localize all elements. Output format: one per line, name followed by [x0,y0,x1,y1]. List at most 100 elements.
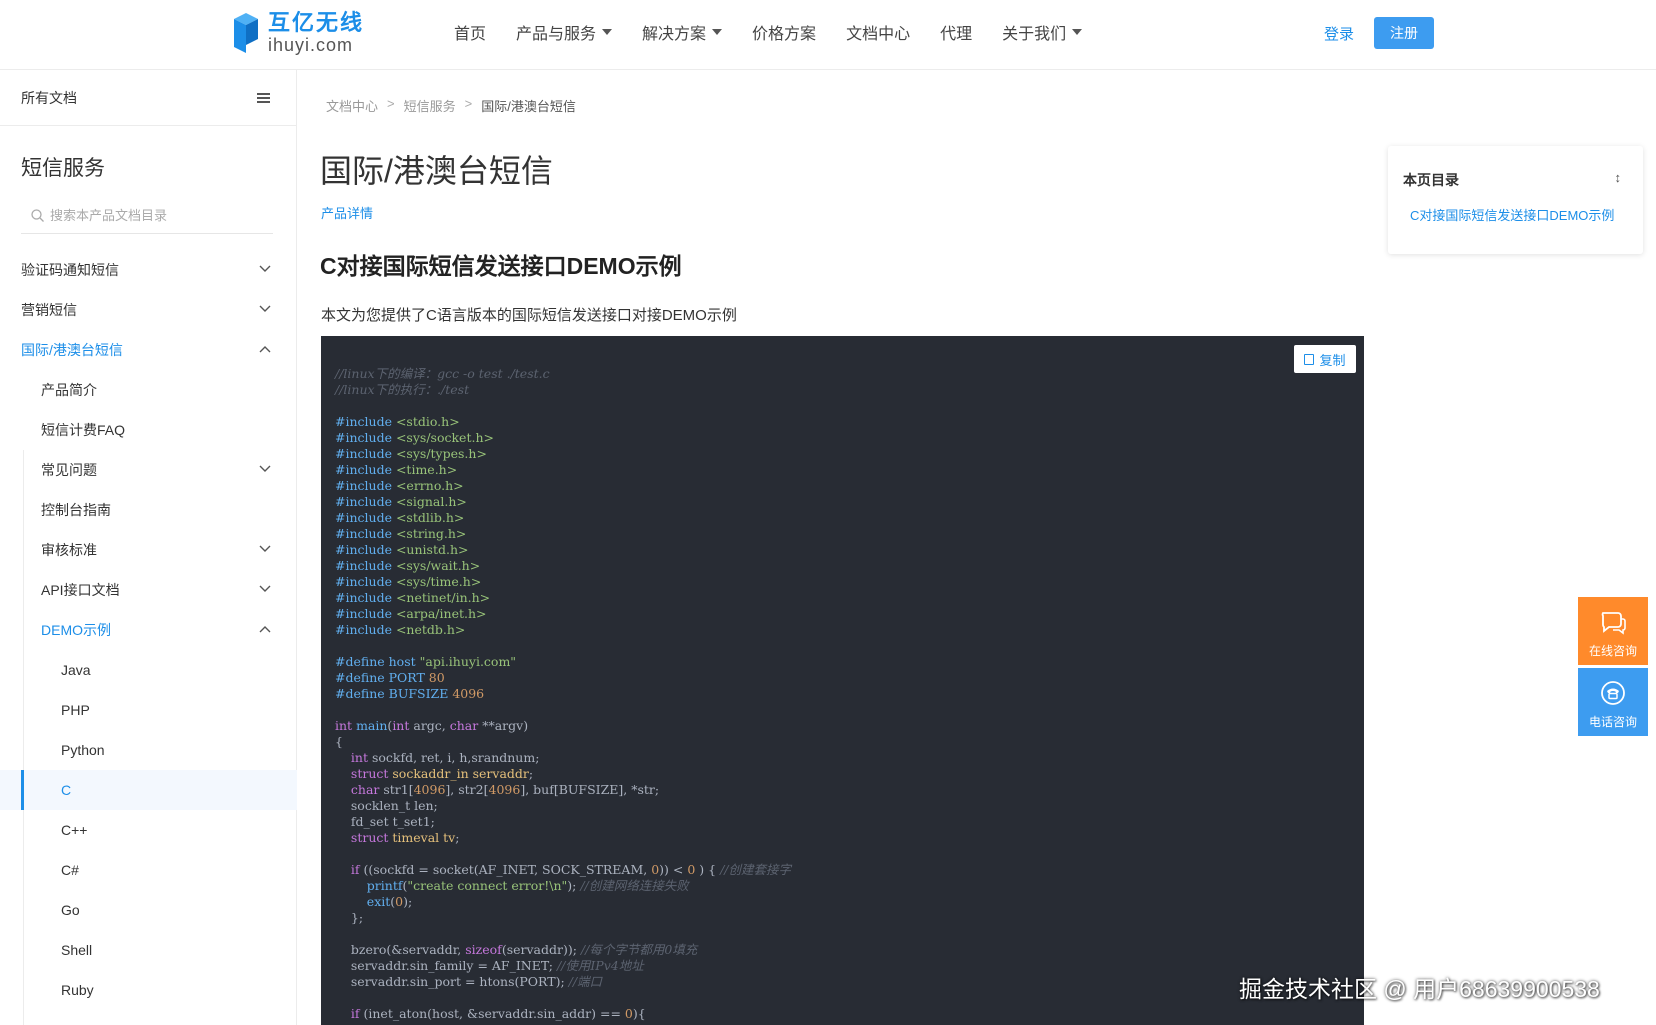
sidebar-item[interactable]: 控制台指南 [0,490,297,530]
copy-button[interactable]: 复制 [1294,345,1356,373]
code-token: <stdio.h> [395,414,460,429]
toc-link[interactable]: C对接国际短信发送接口DEMO示例 [1410,205,1626,224]
code-token: //linux下的执行：./test [335,382,470,397]
product-detail-link[interactable]: 产品详情 [321,203,373,222]
code-token: socklen_t len; [335,798,438,813]
code-token: <sys/wait.h> [395,558,481,573]
sidebar-item[interactable]: Python [0,730,297,770]
code-token: ); [567,878,581,893]
chevron-down-icon[interactable] [259,545,271,555]
breadcrumb-item[interactable]: 短信服务 [404,96,456,115]
sidebar-item-label: 验证码通知短信 [21,262,119,278]
code-token: #include [335,510,396,525]
sidebar-item-label: 国际/港澳台短信 [21,342,123,358]
code-token: int [350,750,368,765]
breadcrumb-item[interactable]: 文档中心 [326,96,378,115]
code-token: #include [335,478,396,493]
toc-title: 本页目录 [1403,172,1459,188]
chevron-down-icon[interactable] [259,265,271,275]
chevron-down-icon[interactable] [259,585,271,595]
sidebar-item[interactable]: 营销短信 [0,290,297,330]
search-icon [31,209,44,222]
breadcrumb: 文档中心 > 短信服务 > 国际/港澳台短信 [326,96,576,115]
phone-consult-button[interactable]: 电话咨询 [1578,668,1648,736]
register-button[interactable]: 注册 [1374,17,1434,49]
sidebar-item[interactable]: 审核标准 [0,530,297,570]
telephone-icon [1601,681,1625,705]
sidebar-item[interactable]: PHP [0,690,297,730]
code-token: char [350,782,380,797]
code-token: argc, [409,718,450,733]
sidebar-item[interactable]: 短信计费FAQ [0,410,297,450]
code-token: **argv) [478,718,529,733]
chevron-down-icon[interactable] [259,305,271,315]
sidebar-item-label: 营销短信 [21,302,77,318]
chevron-down-icon[interactable] [259,465,271,475]
online-consult-button[interactable]: 在线咨询 [1578,597,1648,665]
code-token: 0 [624,1006,633,1021]
code-token: <time.h> [395,462,458,477]
code-token: )) < [659,862,688,877]
code-token: int [392,718,410,733]
sidebar-item[interactable]: Java [0,650,297,690]
nav-item-1[interactable]: 产品与服务 [516,20,613,44]
site-logo[interactable]: 互亿无线 ihuyi.com [232,10,364,56]
logo-cube-icon [232,11,260,55]
caret-down-icon [602,29,613,35]
code-token: //linux下的编译：gcc -o test ./test.c [335,366,550,381]
logo-chinese-text: 互亿无线 [268,10,365,35]
all-docs-bar[interactable]: 所有文档 [0,70,296,126]
sidebar-item[interactable]: C [0,770,297,810]
code-content[interactable]: //linux下的编译：gcc -o test ./test.c //linux… [335,366,791,1022]
code-token: <sys/types.h> [395,446,487,461]
code-token: 0 [395,894,404,909]
code-token: <sys/time.h> [395,574,482,589]
sidebar-item[interactable]: 常见问题 [0,450,297,490]
sidebar-search-input[interactable] [50,208,270,223]
code-token: #include [335,606,396,621]
sidebar-item-label: PHP [61,702,90,718]
sidebar-item[interactable]: DEMO示例 [0,610,297,650]
sidebar-item[interactable]: Shell [0,930,297,970]
code-token: ; [455,830,460,845]
sidebar-item[interactable]: Ruby [0,970,297,1010]
sidebar-item-label: API接口文档 [41,582,120,598]
nav-item-6[interactable]: 关于我们 [1002,20,1083,44]
main-nav: 首页 产品与服务 解决方案 价格方案 文档中心 代理 关于我们 [454,20,1112,44]
chevron-up-icon[interactable] [259,345,271,355]
nav-item-label: 代理 [940,26,973,43]
breadcrumb-separator: > [387,96,395,111]
chevron-up-icon[interactable] [259,625,271,635]
sidebar-item[interactable]: Go [0,890,297,930]
nav-item-3[interactable]: 价格方案 [752,20,816,44]
code-token: #include [335,574,396,589]
code-token: #include [335,462,396,477]
sidebar-item[interactable]: 验证码通知短信 [0,250,297,290]
sidebar-item[interactable]: 国际/港澳台短信 [0,330,297,370]
code-token: ); [403,894,413,909]
sidebar-item[interactable]: API接口文档 [0,570,297,610]
sidebar-item[interactable]: 产品简介 [0,370,297,410]
code-token: #define BUFSIZE [335,686,453,701]
login-link[interactable]: 登录 [1324,23,1354,44]
nav-item-5[interactable]: 代理 [940,20,972,44]
code-token: (servaddr)); [501,942,581,957]
code-token: fd_set t_set1; [335,814,435,829]
caret-down-icon [712,29,723,35]
sidebar-search[interactable] [21,198,273,234]
nav-item-4[interactable]: 文档中心 [846,20,910,44]
sidebar-item-label: C [61,782,72,798]
sidebar-item[interactable]: C# [0,850,297,890]
code-token: <string.h> [395,526,467,541]
code-token: struct [350,830,389,845]
nav-item-2[interactable]: 解决方案 [642,20,723,44]
code-token: ; [528,766,534,781]
list-menu-icon[interactable] [257,92,270,103]
sidebar-item[interactable]: C++ [0,810,297,850]
nav-item-0[interactable]: 首页 [454,20,486,44]
toc-toggle-icon[interactable]: ↕ [1615,170,1622,185]
intro-text: 本文为您提供了C语言版本的国际短信发送接口对接DEMO示例 [321,307,737,324]
